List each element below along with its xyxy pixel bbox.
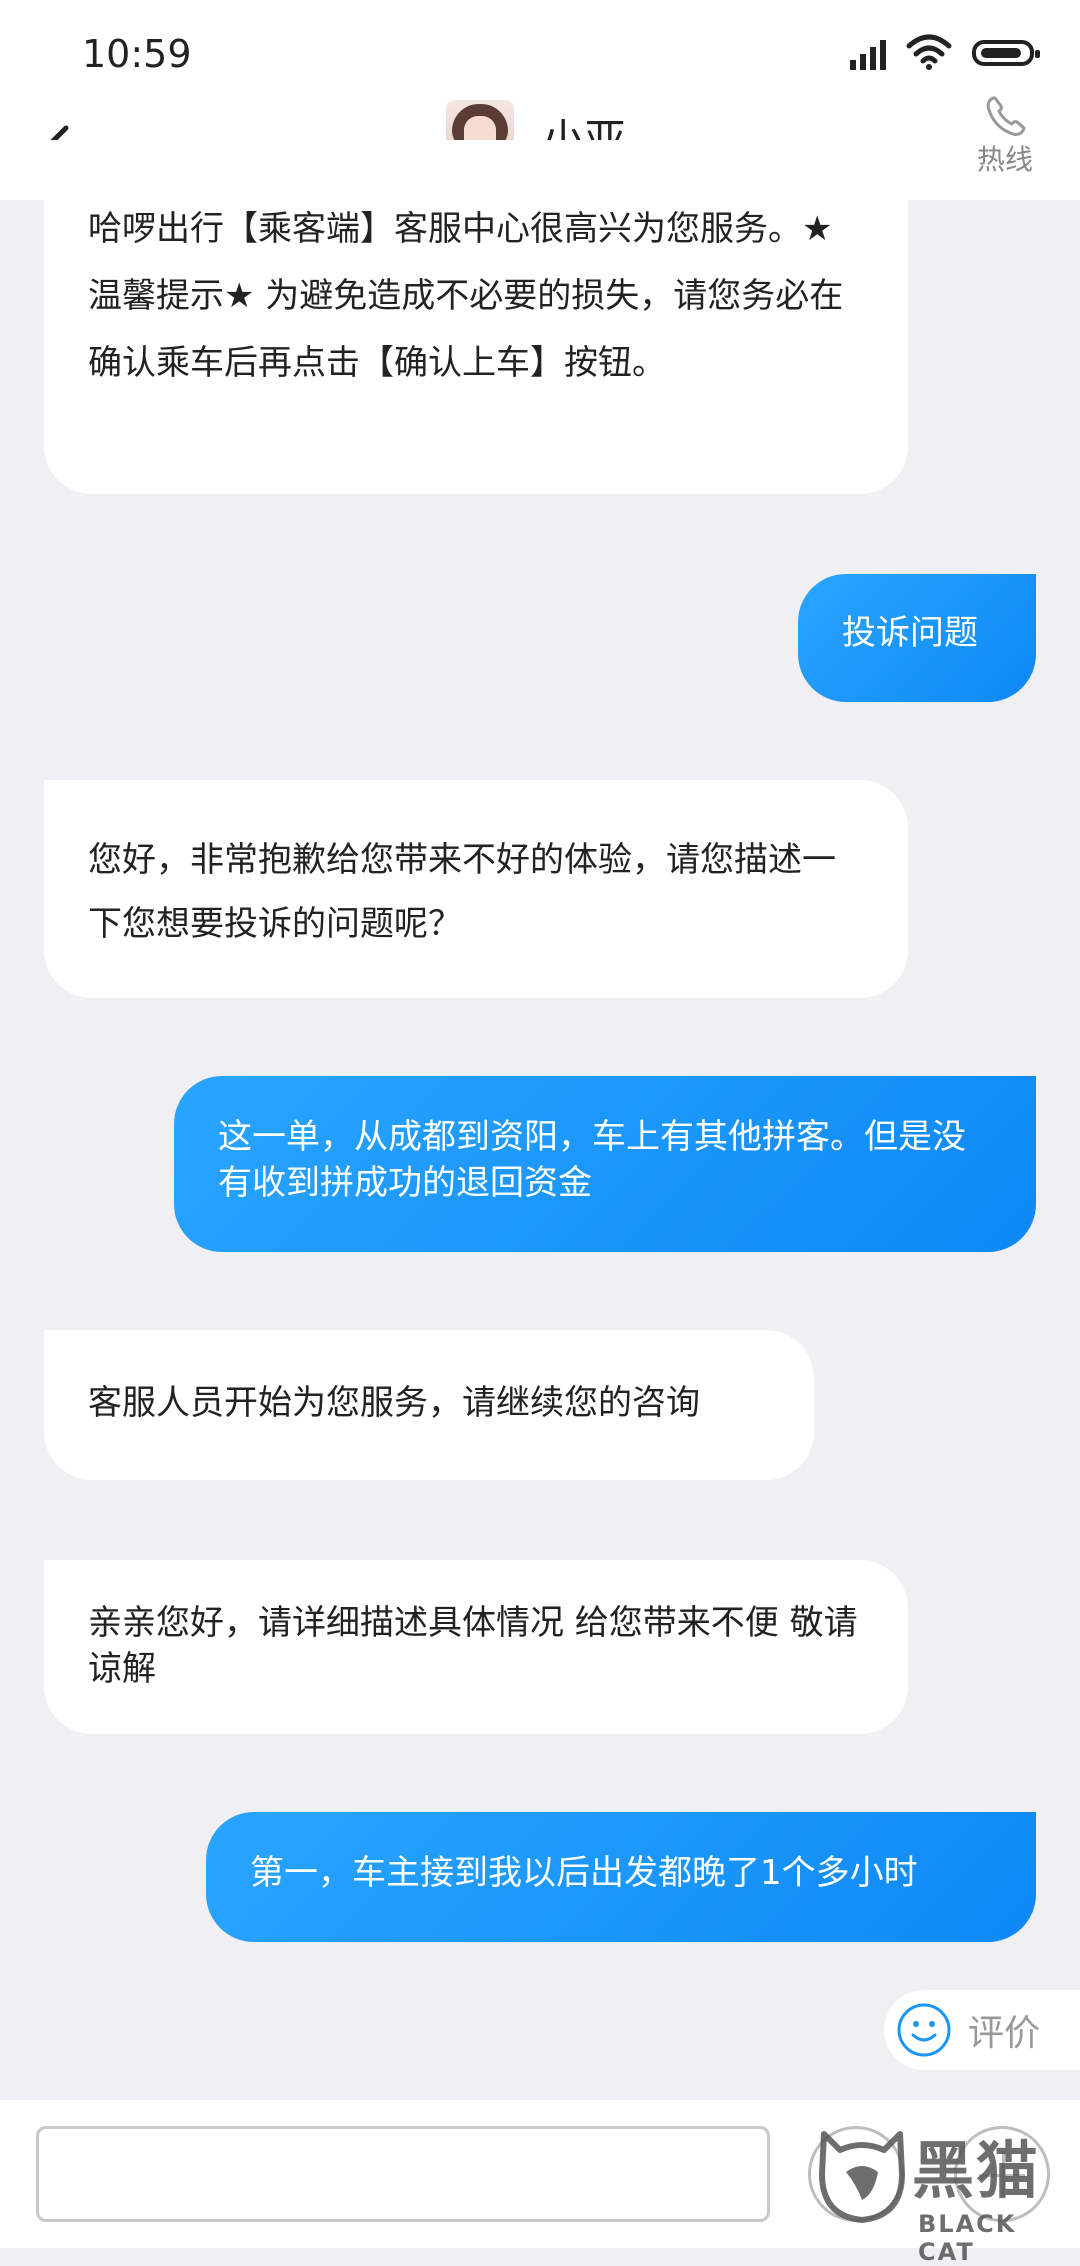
watermark-en: BLACK CAT xyxy=(918,2210,1017,2266)
message-bubble-user: 投诉问题 xyxy=(798,574,1036,702)
signal-icon xyxy=(850,40,886,70)
message-bubble-agent: 客服人员开始为您服务，请继续您的咨询 xyxy=(44,1330,814,1480)
message-input[interactable] xyxy=(36,2126,770,2222)
status-time: 10:59 xyxy=(82,32,192,76)
message-bubble-agent: 亲亲您好，请详细描述具体情况 给您带来不便 敬请谅解 xyxy=(44,1560,908,1734)
watermark-cn: 黑猫 xyxy=(912,2134,1041,2207)
hotline-label: 热线 xyxy=(976,143,1033,176)
status-bar: 10:59 xyxy=(0,0,1080,100)
message-bubble-user: 这一单，从成都到资阳，车上有其他拼客。但是没有收到拼成功的退回资金 xyxy=(174,1076,1036,1252)
battery-icon xyxy=(972,40,1040,66)
message-bubble-user: 第一，车主接到我以后出发都晚了1个多小时 xyxy=(206,1812,1036,1942)
message-bubble-agent: 您好，非常抱歉给您带来不好的体验，请您描述一下您想要投诉的问题呢？ xyxy=(44,780,908,998)
smiley-icon xyxy=(897,2003,951,2057)
black-cat-logo xyxy=(819,2131,905,2223)
rating-button[interactable]: 评价 xyxy=(884,1990,1080,2070)
rating-label: 评价 xyxy=(968,2013,1041,2054)
phone-icon xyxy=(986,96,1026,136)
wifi-icon xyxy=(906,34,952,70)
message-bubble-agent: 哈啰出行【乘客端】客服中心很高兴为您服务。★温馨提示★ 为避免造成不必要的损失，… xyxy=(44,140,908,494)
watermark: 黑猫 BLACK CAT xyxy=(808,2120,1080,2266)
hotline-button[interactable]: 热线 xyxy=(970,90,1040,200)
